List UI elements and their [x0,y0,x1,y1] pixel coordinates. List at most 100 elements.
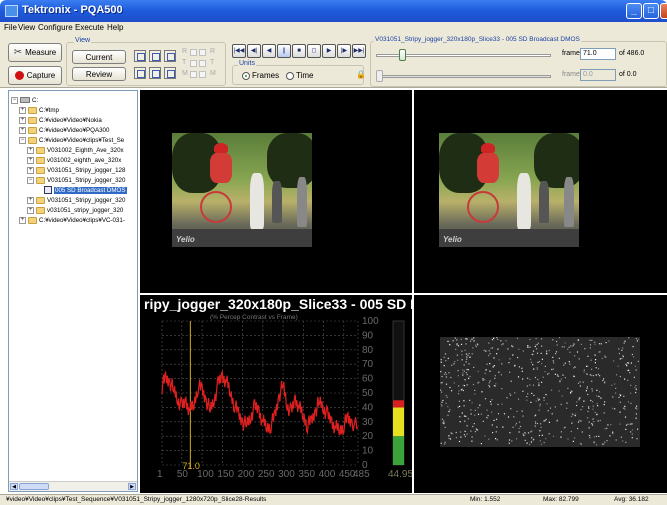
tree-item[interactable]: − C:¥video¥Video¥clips¥Test_Se [19,135,124,145]
measure-button[interactable]: ✂ Measure [8,43,62,62]
difference-speck [579,385,581,387]
tree-item[interactable]: 005 SD Broadcast DMOS [35,185,127,195]
difference-speck [567,387,569,389]
expand-icon[interactable]: + [27,196,34,204]
difference-speck [516,410,518,412]
lock-icon[interactable]: 🔒 [356,70,366,79]
play-button[interactable]: ▶ [322,44,336,58]
menu-execute[interactable]: Execute [75,23,104,32]
gauge-red-segment [393,400,404,408]
difference-speck [526,399,528,401]
tree-item[interactable]: + C:¥video¥Video¥PQA300 [19,125,109,135]
menu-view[interactable]: View [18,23,35,32]
graph-panel[interactable]: 0 10 20 30 40 50 60 70 80 90 100 1 50 100 150 200 250 300… [140,295,412,493]
difference-speck [450,376,452,379]
difference-speck [541,345,543,347]
collapse-icon[interactable]: − [11,96,18,104]
difference-speck [537,378,539,381]
collapse-icon[interactable]: − [19,136,26,144]
time-radio-label: Time [296,71,314,80]
first-frame-button[interactable]: |◀◀ [232,44,246,58]
frame2-slider-track[interactable] [376,75,551,78]
collapse-icon[interactable]: − [27,176,34,184]
frames-radio[interactable]: Frames [242,71,279,80]
single-view-icon[interactable] [164,67,176,79]
expand-icon[interactable]: + [19,116,26,124]
difference-speck [560,431,562,433]
channel-t-checkbox[interactable] [190,60,197,67]
difference-speck [560,378,562,380]
pause-button[interactable]: || [277,44,291,58]
step-back-button[interactable]: ◀| [247,44,261,58]
grid-layout-2-icon[interactable] [149,50,161,62]
last-frame-button[interactable]: ▶▶| [352,44,366,58]
difference-speck [518,366,520,368]
tree-item[interactable]: − V031051_Stripy_jogger_320 [27,175,125,185]
difference-map-panel[interactable] [414,295,667,493]
expand-icon[interactable]: + [19,106,26,114]
loop-button[interactable]: ◻ [307,44,321,58]
minimize-button[interactable]: _ [626,3,642,19]
difference-speck [496,337,498,339]
channel-m-checkbox[interactable] [190,71,197,78]
maximize-button[interactable]: □ [643,3,659,19]
frame2-spinbox[interactable]: 0.0 [580,69,616,81]
menu-file[interactable]: File [4,23,17,32]
scroll-thumb[interactable] [19,483,49,490]
frame-spinbox[interactable]: 71.0 [580,48,616,60]
difference-speck [466,433,468,435]
tree-item[interactable]: + C:¥video¥Video¥Nokia [19,115,102,125]
capture-button[interactable]: Capture [8,66,62,85]
close-button[interactable] [660,3,667,19]
expand-icon[interactable]: + [19,216,26,224]
play-reverse-button[interactable]: ◀ [262,44,276,58]
frame2-slider-thumb[interactable] [376,70,383,82]
difference-speck [630,384,632,386]
difference-speck [542,376,544,378]
list-view-icon[interactable] [149,67,161,79]
copy-icon[interactable] [164,50,176,62]
scroll-right-arrow[interactable]: ▶ [128,483,136,490]
file-tree[interactable]: ◀ ▶ − C: + C:¥tmp + C:¥video¥Video¥Nokia + C:¥v… [8,90,138,492]
difference-speck [586,373,588,375]
grid-layout-icon[interactable] [134,50,146,62]
expand-icon[interactable]: + [19,126,26,134]
difference-speck [463,434,465,436]
tree-item[interactable]: + v031051_stripy_jogger_320 [27,205,123,215]
expand-icon[interactable]: + [27,146,34,154]
tree-item[interactable]: + V031051_Stripy_jogger_320 [27,195,125,205]
difference-speck [591,339,593,341]
menu-help[interactable]: Help [107,23,123,32]
tree-item[interactable]: + V031002_Eighth_Ave_320x [27,145,124,155]
menu-configure[interactable]: Configure [38,23,73,32]
reference-video-panel[interactable]: Yelio [140,90,412,293]
difference-speck [583,371,585,373]
tree-horizontal-scrollbar[interactable]: ◀ ▶ [9,481,137,491]
step-forward-button[interactable]: |▶ [337,44,351,58]
current-button[interactable]: Current [72,50,126,64]
difference-speck [529,346,531,348]
difference-speck [465,415,467,417]
expand-icon[interactable]: + [27,156,34,164]
scroll-left-arrow[interactable]: ◀ [10,483,18,490]
channel-m2-checkbox[interactable] [199,71,206,78]
difference-speck [595,374,597,376]
tree-item[interactable]: + V031051_Stripy_jogger_128 [27,165,125,175]
channel-r-checkbox[interactable] [190,49,197,56]
channel-r2-checkbox[interactable] [199,49,206,56]
difference-speck [561,395,563,397]
time-radio[interactable]: Time [286,71,313,80]
expand-icon[interactable]: + [27,166,34,174]
tree-item[interactable]: + C:¥tmp [19,105,59,115]
tree-item[interactable]: + v031002_eighth_ave_320x [27,155,121,165]
expand-icon[interactable]: + [27,206,34,214]
frame-slider-thumb[interactable] [398,49,406,61]
stop-button[interactable]: ■ [292,44,306,58]
tree-item[interactable]: + C:¥video¥Video¥clips¥VC-031- [19,215,125,225]
tree-item[interactable]: − C: [11,95,38,105]
channel-t2-checkbox[interactable] [199,60,206,67]
difference-speck [580,443,582,445]
split-view-icon[interactable] [134,67,146,79]
test-video-panel[interactable]: Yelio [414,90,667,293]
review-button[interactable]: Review [72,67,126,81]
